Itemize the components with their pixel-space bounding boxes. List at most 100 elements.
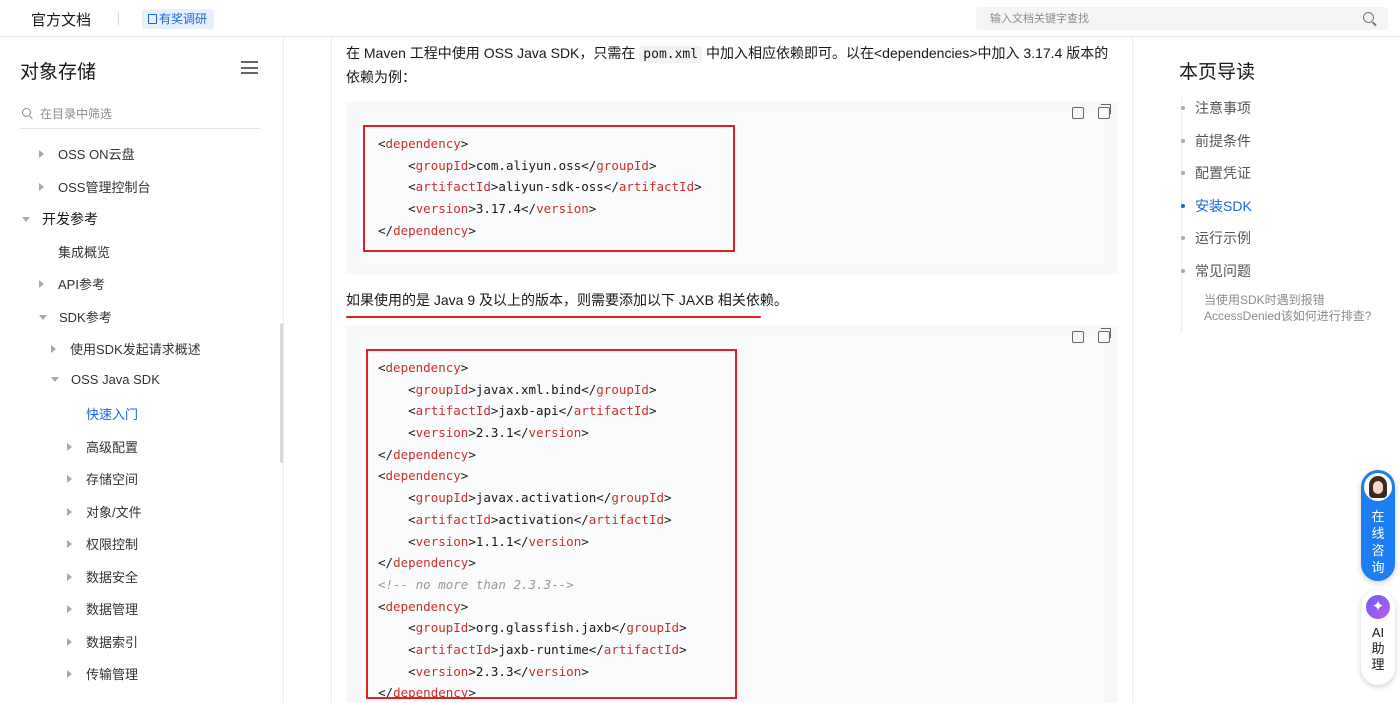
sidebar-item-label: 开发参考 (42, 211, 98, 227)
survey-badge[interactable]: 有奖调研 (142, 9, 215, 29)
toc-item-label: 注意事项 (1195, 100, 1251, 116)
expand-caret-icon[interactable] (67, 670, 72, 678)
sidebar-item-label: 使用SDK发起请求概述 (70, 342, 201, 357)
sidebar-item[interactable]: 数据管理 (67, 599, 138, 618)
sidebar-item-label: API参考 (58, 277, 105, 292)
open-in-editor-icon[interactable] (1072, 107, 1084, 119)
toc-item-label: 安装SDK (1195, 197, 1252, 214)
top-bar: 官方文档 有奖调研 (0, 0, 1400, 37)
expand-caret-icon[interactable] (67, 507, 72, 516)
sidebar-item-label: 对象/文件 (86, 504, 142, 520)
copy-icon[interactable] (1098, 328, 1111, 343)
sidebar-item[interactable]: 开发参考 (22, 209, 98, 229)
code-tools (1058, 104, 1111, 124)
collapse-caret-icon[interactable] (51, 376, 59, 382)
sidebar-item[interactable]: 快速入门 (67, 404, 138, 423)
expand-caret-icon[interactable] (39, 182, 44, 191)
toc-item[interactable]: 运行示例 (1181, 228, 1251, 248)
sidebar-item[interactable]: API参考 (39, 274, 105, 293)
expand-caret-icon[interactable] (67, 637, 72, 646)
sidebar: 对象存储 OSS ON云盘 OSS管理控制台开发参考集成概览 API参考 SDK参考使… (0, 37, 284, 703)
toc-item-label: 运行示例 (1195, 230, 1251, 246)
sidebar-item[interactable]: 数据安全 (67, 567, 138, 586)
highlight-box (363, 125, 735, 252)
expand-caret-icon[interactable] (51, 345, 56, 353)
intro-paragraph: 在 Maven 工程中使用 OSS Java SDK，只需在 pom.xml 中… (346, 42, 1116, 89)
sidebar-item-label: 数据安全 (86, 569, 139, 585)
sidebar-item[interactable]: OSS ON云盘 (39, 144, 135, 163)
sidebar-item[interactable]: OSS管理控制台 (39, 177, 150, 196)
expand-caret-icon[interactable] (39, 150, 44, 158)
toc-item[interactable]: 配置凭证 (1181, 163, 1251, 183)
filter-search-icon (22, 108, 31, 117)
expand-caret-icon[interactable] (67, 442, 72, 451)
online-consult-button[interactable]: 在线咨询 (1361, 470, 1395, 581)
search-icon[interactable] (1363, 12, 1374, 23)
highlight-underline (346, 316, 761, 318)
toc-title: 本页导读 (1179, 62, 1256, 83)
avatar (1364, 473, 1392, 501)
menu-toggle-icon[interactable] (241, 61, 258, 74)
sidebar-scrollbar[interactable] (280, 323, 283, 463)
sidebar-item[interactable]: 存储空间 (67, 469, 138, 488)
divider (118, 12, 119, 25)
sidebar-item[interactable]: SDK参考 (39, 307, 112, 326)
sidebar-item[interactable]: 对象/文件 (67, 502, 142, 521)
sidebar-filter-input[interactable] (40, 105, 250, 123)
sidebar-item[interactable]: 传输管理 (67, 664, 138, 683)
ai-assistant-button[interactable]: ✦ AI 助理 (1361, 590, 1395, 685)
sidebar-item[interactable]: 使用SDK发起请求概述 (51, 339, 201, 358)
toc-dot-icon (1181, 268, 1185, 273)
toc-sub-item[interactable]: 当使用SDK时遇到报错AccessDenied该如何进行排查? (1204, 292, 1384, 324)
docs-home-link[interactable]: 官方文档 (31, 9, 91, 30)
ai-sparkle-icon: ✦ (1366, 595, 1390, 619)
toc-item[interactable]: 安装SDK (1181, 196, 1252, 216)
sidebar-item-label: 集成概览 (58, 244, 111, 260)
sidebar-item-label: 高级配置 (86, 439, 139, 455)
toc-item-label: 前提条件 (1195, 132, 1251, 149)
sidebar-item-label: OSS管理控制台 (58, 179, 151, 195)
sidebar-item-label: 传输管理 (86, 667, 139, 682)
sidebar-item[interactable]: OSS Java SDK (51, 372, 160, 387)
expand-caret-icon[interactable] (67, 605, 72, 613)
inline-code: pom.xml (639, 46, 703, 63)
toc-item[interactable]: 常见问题 (1181, 261, 1251, 281)
sidebar-item-label: 存储空间 (86, 472, 139, 487)
sidebar-item-label: OSS ON云盘 (58, 147, 135, 162)
copy-icon[interactable] (1098, 104, 1111, 119)
sidebar-item[interactable]: 集成概览 (39, 242, 110, 261)
toc-item-label: 配置凭证 (1195, 165, 1251, 181)
sidebar-title: 对象存储 (20, 62, 97, 83)
toc-item[interactable]: 注意事项 (1181, 98, 1251, 118)
sidebar-item-label: 数据管理 (86, 602, 139, 617)
sidebar-item-label: SDK参考 (59, 309, 112, 325)
search-input[interactable] (976, 7, 1336, 30)
expand-caret-icon[interactable] (67, 475, 72, 483)
toc-dot-icon (1181, 106, 1185, 110)
expand-caret-icon[interactable] (67, 572, 72, 581)
note-paragraph: 如果使用的是 Java 9 及以上的版本，则需要添加以下 JAXB 相关依赖。 (346, 292, 788, 308)
survey-label: 有奖调研 (159, 12, 208, 26)
toc-dot-icon (1181, 171, 1185, 175)
collapse-caret-icon[interactable] (39, 314, 47, 320)
sidebar-filter (20, 103, 260, 129)
code-tools (1058, 328, 1111, 348)
toc-dot-icon (1181, 236, 1185, 240)
main-content: 在 Maven 工程中使用 OSS Java SDK，只需在 pom.xml 中… (331, 37, 1133, 703)
toc-dot-icon (1181, 203, 1185, 208)
ai-label: AI 助理 (1371, 625, 1385, 672)
sidebar-item[interactable]: 权限控制 (67, 534, 138, 553)
highlight-box (366, 349, 737, 699)
toc-item[interactable]: 前提条件 (1181, 131, 1251, 151)
search-box (976, 7, 1388, 30)
sidebar-item-label: 数据索引 (86, 634, 139, 650)
collapse-caret-icon[interactable] (22, 217, 30, 222)
intro-text-1: 在 Maven 工程中使用 OSS Java SDK，只需在 (346, 45, 640, 61)
sidebar-item[interactable]: 高级配置 (67, 437, 138, 456)
sidebar-item[interactable]: 数据索引 (67, 632, 138, 651)
sidebar-item-label: 快速入门 (86, 407, 139, 422)
open-in-editor-icon[interactable] (1072, 331, 1084, 343)
sidebar-item-label: 权限控制 (86, 537, 139, 552)
expand-caret-icon[interactable] (67, 540, 72, 548)
expand-caret-icon[interactable] (39, 280, 44, 288)
